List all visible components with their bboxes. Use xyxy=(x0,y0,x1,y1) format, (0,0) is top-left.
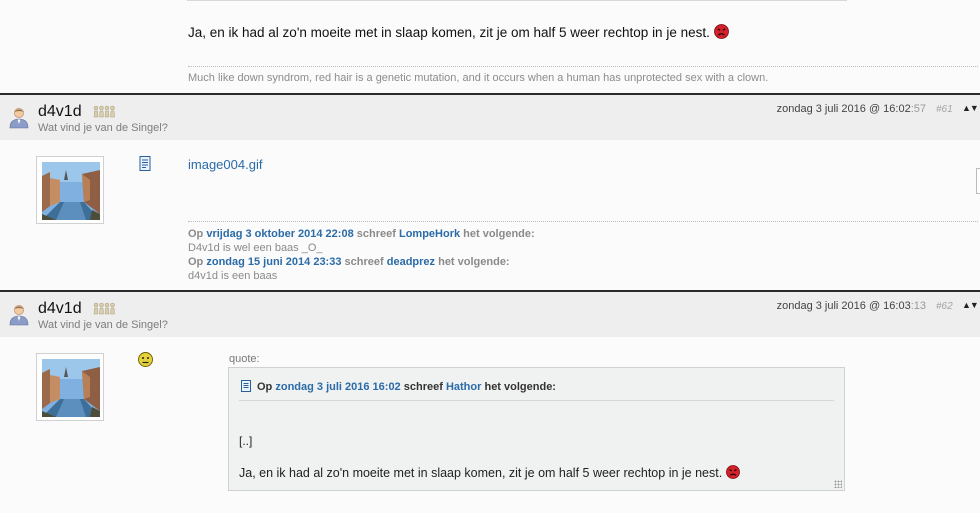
quote-date-link[interactable]: zondag 3 juli 2016 16:02 xyxy=(275,381,400,393)
quote-suffix: het volgende: xyxy=(463,228,535,240)
quote-box: Op zondag 3 juli 2016 16:02 schreef Hath… xyxy=(228,367,845,491)
previous-post-message: Ja, en ik had al zo'n moeite met in slaa… xyxy=(188,24,729,42)
quote-header: Op zondag 3 juli 2016 16:02 schreef Hath… xyxy=(241,380,556,393)
quote-author-link[interactable]: LompeHork xyxy=(399,228,460,240)
signature-quote-header: Op zondag 15 juni 2014 23:33 schreef dea… xyxy=(188,256,510,268)
quote-date-link[interactable]: zondag 15 juni 2014 23:33 xyxy=(206,256,341,268)
quote-suffix: het volgende: xyxy=(484,381,556,393)
angry-smiley-icon xyxy=(726,465,741,482)
canal-photo-icon xyxy=(42,162,100,220)
post-number-link[interactable]: #62 xyxy=(936,301,953,312)
user-avatar-icon[interactable] xyxy=(9,107,29,129)
previous-post-signature: Much like down syndrom, red hair is a ge… xyxy=(188,72,769,84)
signature-divider xyxy=(188,66,978,67)
username[interactable]: d4v1d xyxy=(38,300,82,318)
previous-post-divider xyxy=(187,0,847,1)
quote-author-link[interactable]: Hathor xyxy=(446,381,481,393)
quote-prefix: Op xyxy=(257,381,273,393)
scrollbar-handle[interactable] xyxy=(976,168,980,194)
user-title: Wat vind je van de Singel? xyxy=(38,122,168,134)
worried-smiley-icon xyxy=(138,352,153,367)
user-avatar-image[interactable] xyxy=(36,353,104,421)
quote-text: Ja, en ik had al zo'n moeite met in slaa… xyxy=(239,465,741,482)
post-date: zondag 3 juli 2016 @ 16:02:57 xyxy=(777,103,926,115)
quote-prefix: Op xyxy=(188,256,204,268)
document-icon xyxy=(139,156,151,171)
quote-date-link[interactable]: vrijdag 3 oktober 2014 22:08 xyxy=(206,228,353,240)
post-date: zondag 3 juli 2016 @ 16:03:13 xyxy=(777,300,926,312)
quote-mid: schreef xyxy=(356,228,396,240)
signature-divider xyxy=(188,221,978,222)
post-header: d4v1d Wat vind je van de Singel? zondag … xyxy=(0,290,980,337)
post-date-seconds: :57 xyxy=(910,103,926,115)
quote-divider xyxy=(239,400,834,401)
resize-grip-icon[interactable] xyxy=(834,480,842,488)
quote-suffix: het volgende: xyxy=(438,256,510,268)
user-title: Wat vind je van de Singel? xyxy=(38,319,168,331)
angry-smiley-icon xyxy=(713,24,729,42)
username[interactable]: d4v1d xyxy=(38,103,82,121)
canal-photo-icon xyxy=(42,359,100,417)
rank-stars-icon xyxy=(93,302,115,315)
quote-author-link[interactable]: deadprez xyxy=(387,256,435,268)
previous-post-text: Ja, en ik had al zo'n moeite met in slaa… xyxy=(188,25,710,40)
quote-prefix: Op xyxy=(188,228,204,240)
quote-ellipsis: [..] xyxy=(239,434,253,448)
post-61: d4v1d Wat vind je van de Singel? zondag … xyxy=(0,93,980,290)
attachment-link[interactable]: image004.gif xyxy=(188,157,262,172)
quote-mid: schreef xyxy=(344,256,384,268)
quote-body: Ja, en ik had al zo'n moeite met in slaa… xyxy=(239,466,723,480)
post-date-seconds: :13 xyxy=(910,300,926,312)
post-date-main: zondag 3 juli 2016 @ 16:03 xyxy=(776,300,911,312)
user-avatar-image[interactable] xyxy=(36,156,104,224)
post-date-main: zondag 3 juli 2016 @ 16:02 xyxy=(776,103,911,115)
up-down-arrows-icon[interactable]: ▲▼ xyxy=(962,103,979,113)
document-icon xyxy=(241,380,251,392)
post-header: d4v1d Wat vind je van de Singel? zondag … xyxy=(0,93,980,140)
signature-quote-text: D4v1d is wel een baas _O_ xyxy=(188,242,323,254)
up-down-arrows-icon[interactable]: ▲▼ xyxy=(962,300,979,310)
user-avatar-icon[interactable] xyxy=(9,304,29,326)
quote-mid: schreef xyxy=(403,381,443,393)
signature-quote-header: Op vrijdag 3 oktober 2014 22:08 schreef … xyxy=(188,228,535,240)
post-number-link[interactable]: #61 xyxy=(936,104,953,115)
rank-stars-icon xyxy=(93,105,115,118)
signature-quote-text: d4v1d is een baas xyxy=(188,270,278,282)
quote-label: quote: xyxy=(229,353,260,365)
